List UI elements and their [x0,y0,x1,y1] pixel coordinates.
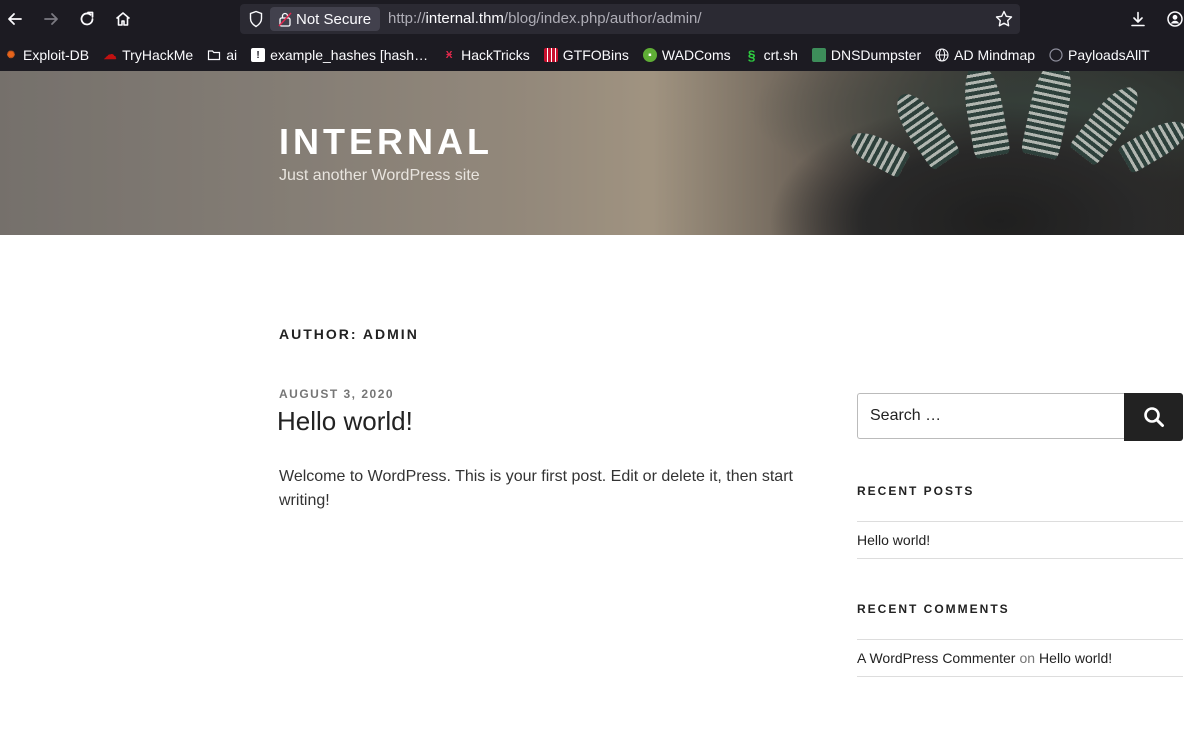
recent-posts-title: RECENT POSTS [857,484,975,498]
wadcoms-icon: ▪ [642,48,657,62]
bookmark-ad-mindmap[interactable]: AD Mindmap [935,47,1035,63]
download-icon [1131,11,1145,27]
address-bar[interactable]: Not Secure http://internal.thm/blog/inde… [240,4,1020,34]
bookmark-hacktricks[interactable]: Ӿ HackTricks [442,47,530,63]
gtfobins-icon [543,48,558,62]
bookmark-label: DNSDumpster [830,47,922,63]
recent-comment-item: A WordPress Commenter on Hello world! [857,640,1183,676]
page-title: AUTHOR: ADMIN [279,326,419,342]
bookmark-tryhackme[interactable]: ☁ TryHackMe [103,47,194,63]
hashcat-icon: ! [251,48,266,62]
recent-comments-title: RECENT COMMENTS [857,602,1010,616]
post-title[interactable]: Hello world! [277,406,413,437]
url-scheme: http:// [388,10,426,27]
search-button[interactable] [1124,393,1183,441]
forward-arrow-icon [44,13,58,25]
bookmark-label: crt.sh [763,47,798,63]
github-icon [1049,48,1063,62]
comment-post-link[interactable]: Hello world! [1039,650,1112,666]
bookmark-label: PayloadsAllT [1068,47,1150,63]
not-secure-label: Not Secure [296,10,372,28]
reload-button[interactable] [75,7,99,31]
not-secure-indicator[interactable]: Not Secure [270,7,381,31]
home-button[interactable] [111,7,135,31]
folder-icon [208,50,221,61]
hacktricks-icon: Ӿ [445,49,453,61]
bookmark-exploit-db[interactable]: ✺ Exploit-DB [4,47,89,63]
downloads-button[interactable] [1126,7,1150,31]
header-overlay [0,71,1184,235]
account-button[interactable] [1163,7,1184,31]
recent-post-item[interactable]: Hello world! [857,522,1183,558]
url-domain: internal.thm [425,10,504,27]
shield-icon[interactable] [248,10,264,28]
account-icon [1167,11,1183,27]
site-title[interactable]: INTERNAL [279,121,493,163]
bookmark-label: HackTricks [461,47,530,63]
url-path: /blog/index.php/author/admin/ [503,10,702,27]
url-text[interactable]: http://internal.thm/blog/index.php/autho… [388,10,702,27]
home-icon [115,12,131,26]
bookmark-wadcoms[interactable]: ▪ WADComs [642,47,731,63]
bookmark-label: AD Mindmap [954,47,1036,63]
comment-on-text: on [1019,650,1036,666]
back-arrow-icon [8,13,22,25]
bookmark-label: WADComs [661,47,731,63]
bookmark-example-hashes[interactable]: ! example_hashes [hash… [251,47,428,63]
bookmark-crtsh[interactable]: § crt.sh [745,47,798,63]
bookmark-label: ai [226,47,238,63]
bookmark-label: TryHackMe [122,47,194,63]
recent-posts-list: Hello world! [857,521,1183,559]
post-date[interactable]: AUGUST 3, 2020 [279,387,394,401]
bookmark-dnsdumpster[interactable]: DNSDumpster [811,47,922,63]
crtsh-icon: § [747,47,756,63]
bookmark-label: Exploit-DB [23,47,90,63]
search-input[interactable] [857,393,1125,439]
back-button[interactable] [3,7,27,31]
comment-author-link[interactable]: A WordPress Commenter [857,650,1015,666]
bookmark-label: GTFOBins [562,47,629,63]
exploit-db-icon: ✺ [6,49,16,61]
insecure-lock-icon [278,12,292,27]
dnsdumpster-icon [811,48,826,62]
post-excerpt: Welcome to WordPress. This is your first… [279,468,793,509]
bookmark-star-icon[interactable] [994,9,1014,29]
bookmark-label: example_hashes [hash… [270,47,429,63]
tryhackme-icon: ☁ [103,47,117,62]
forward-button[interactable] [39,7,63,31]
search-icon [1143,407,1164,427]
bookmarks-toolbar: ✺ Exploit-DB ☁ TryHackMe ai ! example_hashe… [0,42,1184,68]
site-header-image: INTERNAL Just another WordPress site [0,71,1184,235]
search-form [857,393,1183,441]
bookmark-folder-ai[interactable]: ai [207,47,237,63]
site-tagline: Just another WordPress site [279,167,480,184]
globe-icon [935,48,949,62]
reload-icon [80,11,94,26]
browser-chrome: Not Secure http://internal.thm/blog/inde… [0,0,1184,71]
bookmark-payloadsallthethings[interactable]: PayloadsAllT [1049,47,1150,63]
bookmark-gtfobins[interactable]: GTFOBins [543,47,629,63]
recent-comments-list: A WordPress Commenter on Hello world! [857,639,1183,677]
